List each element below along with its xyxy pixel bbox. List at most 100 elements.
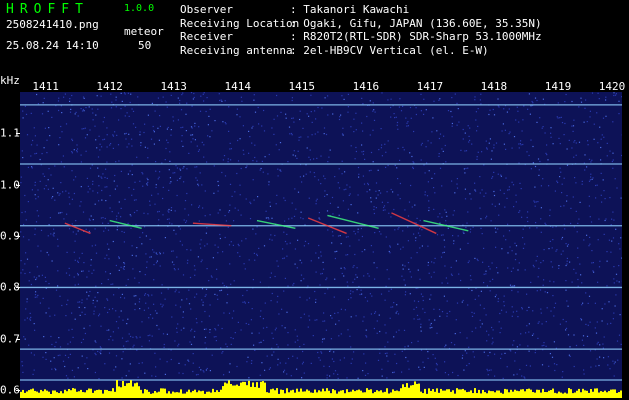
level-bar: [374, 391, 376, 398]
level-bar: [556, 393, 558, 398]
level-bar: [478, 389, 480, 398]
level-bar: [424, 388, 426, 398]
level-bar: [266, 392, 268, 398]
level-bar: [26, 391, 28, 398]
level-bar: [44, 389, 46, 398]
level-bar: [190, 392, 192, 398]
level-bar: [296, 388, 298, 398]
datetime-label: 25.08.24 14:10: [6, 39, 99, 52]
level-bar: [338, 391, 340, 398]
level-bar: [172, 391, 174, 398]
level-bar: [128, 382, 130, 398]
level-bar: [240, 382, 242, 398]
level-bar: [242, 381, 244, 398]
meteor-echo: [109, 219, 142, 229]
level-bar: [160, 388, 162, 398]
level-bar: [62, 393, 64, 398]
level-bar: [426, 393, 428, 398]
level-bar: [558, 391, 560, 398]
level-bar: [310, 392, 312, 398]
level-bar: [362, 392, 364, 398]
level-bar: [142, 393, 144, 398]
level-bar: [450, 391, 452, 398]
level-bar: [474, 388, 476, 398]
level-bar: [576, 390, 578, 398]
level-bar: [192, 390, 194, 398]
level-bar: [320, 391, 322, 398]
level-bar: [124, 385, 126, 398]
level-bar: [286, 388, 288, 398]
level-bar: [38, 392, 40, 398]
level-bar: [326, 388, 328, 398]
level-bar: [562, 393, 564, 398]
level-bar: [476, 393, 478, 398]
meteor-echo: [256, 219, 296, 229]
level-bar: [312, 392, 314, 398]
level-bar: [552, 388, 554, 398]
level-bar: [538, 389, 540, 398]
level-bar: [70, 390, 72, 398]
level-bar: [34, 390, 36, 398]
level-bar: [530, 389, 532, 398]
level-bar: [350, 391, 352, 398]
level-bar: [358, 389, 360, 398]
level-bar: [340, 390, 342, 398]
level-bar: [294, 392, 296, 398]
level-bar: [390, 392, 392, 398]
level-bar: [440, 388, 442, 398]
level-bar: [398, 391, 400, 398]
level-bar: [378, 391, 380, 398]
level-bar: [150, 393, 152, 398]
level-bar: [408, 387, 410, 398]
level-bar: [236, 384, 238, 398]
level-bar: [354, 391, 356, 398]
level-bar: [410, 385, 412, 398]
level-bar: [462, 388, 464, 398]
level-bar: [334, 390, 336, 398]
level-bar: [328, 390, 330, 398]
level-bar: [536, 389, 538, 398]
level-bar: [456, 388, 458, 398]
level-bar: [352, 389, 354, 398]
level-bar: [210, 392, 212, 398]
level-bar: [304, 391, 306, 398]
level-bar: [606, 392, 608, 398]
level-bar: [376, 390, 378, 398]
level-bar: [100, 389, 102, 398]
level-bar: [84, 392, 86, 398]
level-bar: [578, 388, 580, 398]
level-bar: [80, 389, 82, 398]
level-bar: [528, 388, 530, 398]
level-bar: [614, 389, 616, 398]
level-bar: [302, 391, 304, 398]
level-bar: [110, 391, 112, 398]
meta-row-receiver: Receiver: R820T2(RTL-SDR) SDR-Sharp 53.1…: [180, 30, 542, 43]
level-bar: [280, 389, 282, 398]
level-bar: [300, 388, 302, 398]
level-bar: [208, 391, 210, 398]
level-bar: [162, 388, 164, 398]
level-bar: [480, 393, 482, 398]
level-bar: [66, 391, 68, 398]
level-bar: [132, 386, 134, 398]
level-bar: [382, 392, 384, 398]
level-bar: [584, 390, 586, 398]
level-bar: [182, 393, 184, 398]
level-bar: [500, 392, 502, 398]
level-bar: [104, 389, 106, 398]
level-bar: [348, 392, 350, 398]
level-bar: [82, 392, 84, 398]
level-bar: [298, 391, 300, 398]
level-bar: [610, 389, 612, 398]
level-bar: [148, 391, 150, 398]
meteor-echo: [64, 222, 91, 235]
level-bar: [590, 389, 592, 398]
meta-row-observer: Observer: Takanori Kawachi: [180, 3, 410, 16]
level-bar: [288, 392, 290, 398]
level-bar: [194, 389, 196, 398]
level-bar: [482, 389, 484, 398]
level-bar: [40, 389, 42, 398]
level-bar: [262, 381, 264, 398]
level-bar: [212, 388, 214, 398]
level-bar: [542, 388, 544, 398]
